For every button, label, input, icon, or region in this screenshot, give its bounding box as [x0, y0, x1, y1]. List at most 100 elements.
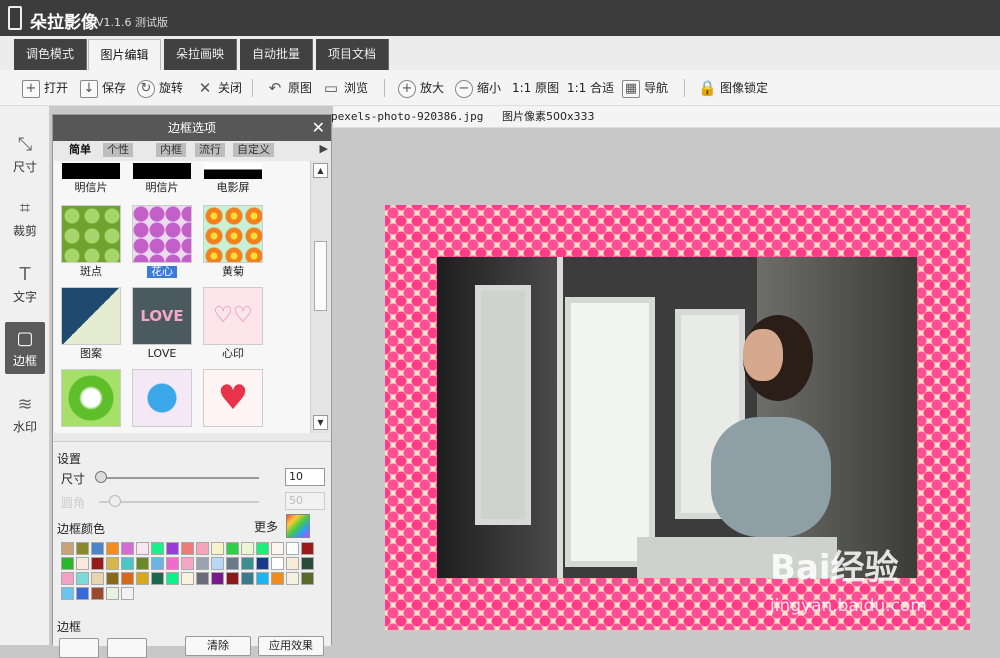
color-swatch[interactable]: [136, 572, 149, 585]
color-swatch[interactable]: [151, 542, 164, 555]
color-swatch[interactable]: [286, 542, 299, 555]
color-swatch[interactable]: [241, 542, 254, 555]
frame-item[interactable]: ♥: [200, 369, 266, 427]
color-swatch[interactable]: [181, 542, 194, 555]
border-button-1[interactable]: [59, 638, 99, 658]
tab-project-docs[interactable]: 项目文档: [316, 39, 389, 70]
color-swatch[interactable]: [301, 542, 314, 555]
frame-item[interactable]: 花心: [129, 205, 195, 278]
frame-item[interactable]: [129, 369, 195, 427]
frame-item[interactable]: 黄菊: [200, 205, 266, 278]
close-icon[interactable]: ✕: [312, 115, 325, 141]
subtab-custom[interactable]: 自定义: [233, 143, 274, 157]
scrollbar-thumb[interactable]: [314, 241, 327, 311]
color-swatch[interactable]: [166, 557, 179, 570]
color-swatch[interactable]: [121, 557, 134, 570]
color-swatch[interactable]: [241, 557, 254, 570]
color-swatch[interactable]: [61, 557, 74, 570]
color-swatch[interactable]: [211, 557, 224, 570]
frame-item[interactable]: 图案: [58, 287, 124, 360]
color-swatch[interactable]: [151, 572, 164, 585]
subtab-popular[interactable]: 流行: [195, 143, 225, 157]
color-swatch[interactable]: [226, 557, 239, 570]
color-swatch[interactable]: [121, 572, 134, 585]
color-swatch[interactable]: [256, 572, 269, 585]
color-swatch[interactable]: [256, 542, 269, 555]
color-swatch[interactable]: [61, 542, 74, 555]
color-swatch[interactable]: [76, 572, 89, 585]
color-swatch[interactable]: [181, 557, 194, 570]
color-swatch[interactable]: [196, 572, 209, 585]
color-swatch[interactable]: [61, 572, 74, 585]
color-swatch[interactable]: [136, 542, 149, 555]
color-swatch[interactable]: [76, 557, 89, 570]
color-swatch[interactable]: [226, 542, 239, 555]
subtab-simple[interactable]: 简单: [65, 143, 95, 157]
color-swatch[interactable]: [166, 572, 179, 585]
color-swatch[interactable]: [256, 557, 269, 570]
border-button-2[interactable]: [107, 638, 147, 658]
subtab-inner[interactable]: 内框: [156, 143, 186, 157]
size-stepper[interactable]: 10: [285, 468, 325, 486]
color-swatch[interactable]: [91, 542, 104, 555]
color-swatch[interactable]: [211, 572, 224, 585]
tool-crop[interactable]: ⌗ 裁剪: [5, 192, 45, 244]
tool-watermark[interactable]: ≋ 水印: [5, 388, 45, 440]
tab-image-edit[interactable]: 图片编辑: [88, 39, 161, 70]
one-to-one-fit-button[interactable]: 1:1 合适: [567, 77, 614, 99]
close-button[interactable]: ✕ 关闭: [196, 77, 242, 99]
save-button[interactable]: ↓ 保存: [80, 77, 126, 99]
color-swatch[interactable]: [91, 572, 104, 585]
more-colors-link[interactable]: 更多: [254, 518, 278, 535]
color-swatch[interactable]: [301, 572, 314, 585]
color-swatch[interactable]: [76, 542, 89, 555]
color-swatch[interactable]: [286, 572, 299, 585]
color-swatch[interactable]: [241, 572, 254, 585]
tool-text[interactable]: T 文字: [5, 258, 45, 310]
scroll-right-icon[interactable]: ▶: [320, 142, 328, 155]
frame-item[interactable]: 电影屏: [200, 163, 266, 194]
tool-resize[interactable]: ⤡ 尺寸: [5, 128, 45, 180]
scroll-down-icon[interactable]: ▼: [313, 415, 328, 430]
color-swatch[interactable]: [301, 557, 314, 570]
rotate-button[interactable]: ↻ 旋转: [137, 77, 183, 99]
open-button[interactable]: + 打开: [22, 77, 68, 99]
color-swatch[interactable]: [166, 542, 179, 555]
tool-border[interactable]: ▢ 边框: [5, 322, 45, 374]
size-slider[interactable]: [99, 477, 259, 479]
color-swatch[interactable]: [196, 542, 209, 555]
clear-button[interactable]: 清除: [185, 636, 251, 656]
scroll-up-icon[interactable]: ▲: [313, 163, 328, 178]
frame-item[interactable]: ♡♡ 心印: [200, 287, 266, 360]
color-swatch[interactable]: [271, 542, 284, 555]
frame-item[interactable]: 明信片: [129, 163, 195, 194]
frame-grid-scrollbar[interactable]: ▲ ▼: [310, 161, 330, 433]
color-swatch[interactable]: [136, 557, 149, 570]
color-swatch[interactable]: [271, 572, 284, 585]
frame-item[interactable]: 斑点: [58, 205, 124, 278]
color-swatch[interactable]: [151, 557, 164, 570]
color-swatch[interactable]: [121, 542, 134, 555]
apply-button[interactable]: 应用效果: [258, 636, 324, 656]
zoom-out-button[interactable]: − 缩小: [455, 77, 501, 99]
tab-slideshow[interactable]: 朵拉画映: [164, 39, 237, 70]
subtab-personal[interactable]: 个性: [103, 143, 133, 157]
color-swatch[interactable]: [106, 557, 119, 570]
size-slider-knob[interactable]: [95, 471, 107, 483]
color-swatch[interactable]: [196, 557, 209, 570]
color-swatch[interactable]: [211, 542, 224, 555]
one-to-one-original-button[interactable]: 1:1 原图: [512, 77, 559, 99]
navigate-button[interactable]: ▦ 导航: [622, 77, 668, 99]
frame-item[interactable]: 明信片: [58, 163, 124, 194]
tab-color-mode[interactable]: 调色模式: [14, 39, 87, 70]
color-swatch[interactable]: [91, 587, 104, 600]
color-swatch[interactable]: [106, 572, 119, 585]
tab-batch[interactable]: 自动批量: [240, 39, 313, 70]
color-swatch[interactable]: [106, 542, 119, 555]
color-swatch[interactable]: [286, 557, 299, 570]
zoom-in-button[interactable]: + 放大: [398, 77, 444, 99]
color-swatch[interactable]: [76, 587, 89, 600]
color-swatch[interactable]: [61, 587, 74, 600]
frame-item[interactable]: [58, 369, 124, 427]
original-button[interactable]: ↶ 原图: [266, 77, 312, 99]
